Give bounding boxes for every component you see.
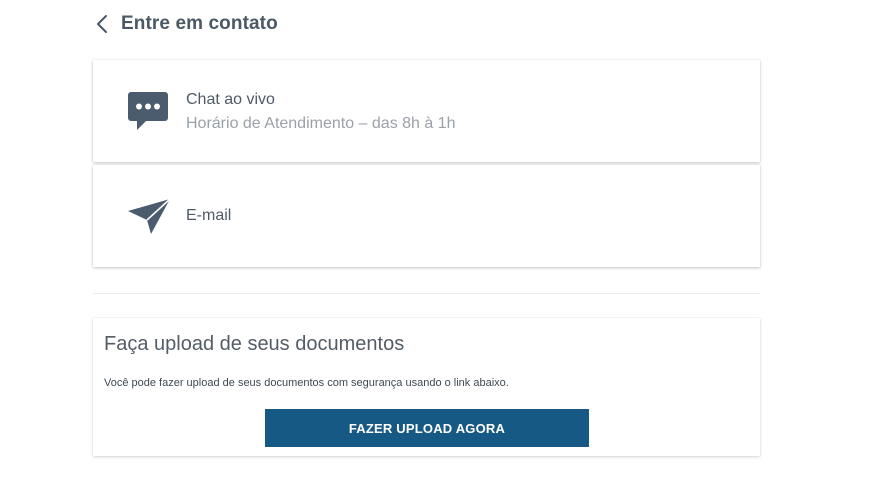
page-header: Entre em contato bbox=[93, 10, 278, 38]
page-title: Entre em contato bbox=[121, 13, 278, 34]
live-chat-hours: Horário de Atendimento – das 8h à 1h bbox=[186, 115, 456, 132]
section-divider bbox=[93, 293, 760, 294]
live-chat-option[interactable]: Chat ao vivo Horário de Atendimento – da… bbox=[93, 60, 760, 162]
chevron-left-icon bbox=[97, 15, 107, 33]
email-text: E-mail bbox=[186, 206, 231, 226]
paper-plane-icon bbox=[127, 198, 171, 236]
contact-page: Entre em contato Chat ao vivo Horário de… bbox=[0, 0, 873, 477]
upload-documents-panel: Faça upload de seus documentos Você pode… bbox=[93, 318, 760, 456]
upload-now-button[interactable]: FAZER UPLOAD AGORA bbox=[265, 409, 589, 447]
live-chat-title: Chat ao vivo bbox=[186, 91, 275, 108]
upload-description: Você pode fazer upload de seus documento… bbox=[104, 377, 509, 389]
live-chat-text: Chat ao vivo Horário de Atendimento – da… bbox=[186, 90, 456, 134]
upload-title: Faça upload de seus documentos bbox=[104, 333, 405, 355]
chat-bubble-icon bbox=[127, 91, 169, 133]
back-button[interactable] bbox=[93, 12, 111, 36]
email-title: E-mail bbox=[186, 207, 232, 224]
email-option[interactable]: E-mail bbox=[93, 165, 760, 267]
